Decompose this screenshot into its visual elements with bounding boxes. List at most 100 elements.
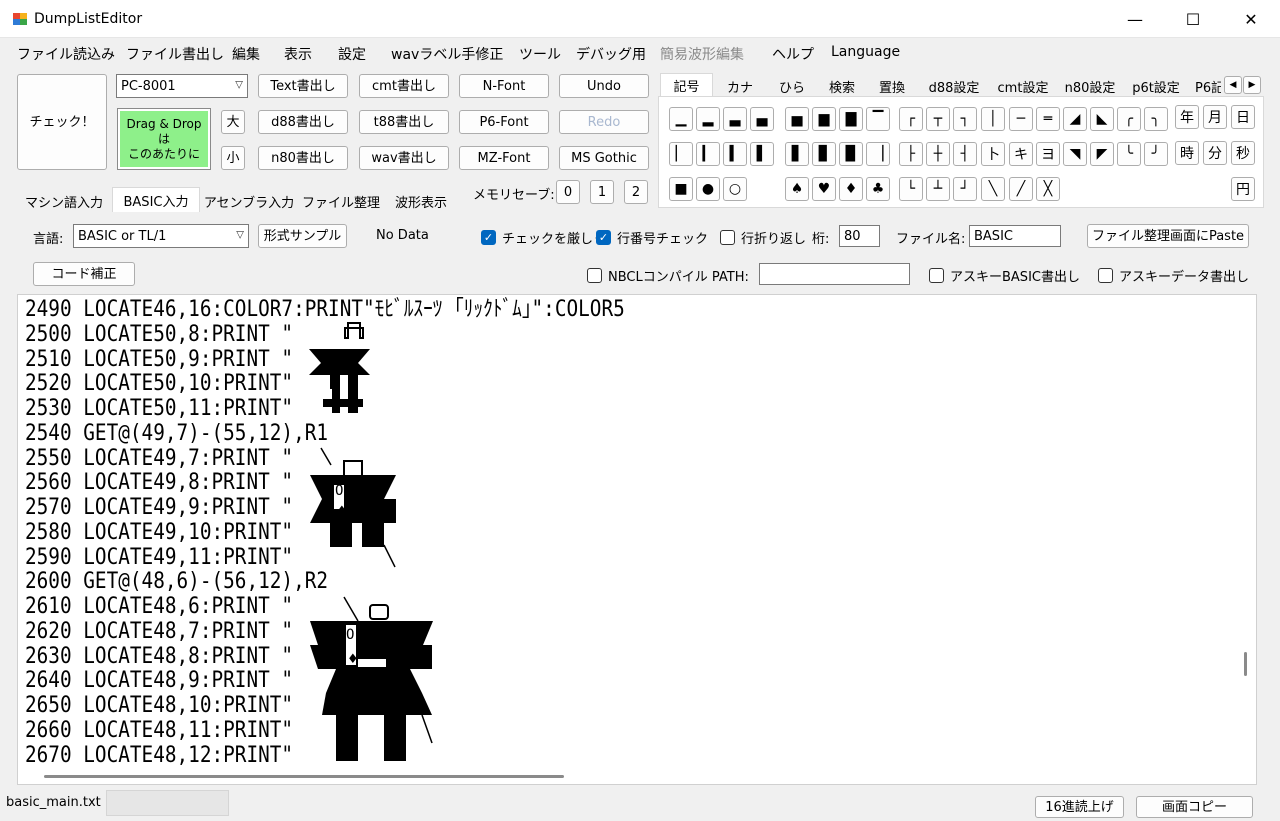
memory-save-0-button[interactable]: 0 xyxy=(556,180,580,204)
tab-symbols[interactable]: 記号 xyxy=(660,73,713,97)
filename-input[interactable]: BASIC xyxy=(969,225,1061,247)
symbol-button[interactable]: ┐ xyxy=(953,107,977,131)
symbol-button[interactable]: ╱ xyxy=(1009,177,1033,201)
tab-machine-code[interactable]: マシン語入力 xyxy=(20,190,108,212)
tab-replace[interactable]: 置換 xyxy=(866,76,918,96)
symbol-button[interactable]: ─ xyxy=(1009,107,1033,131)
tab-assembler[interactable]: アセンブラ入力 xyxy=(202,190,296,212)
p6font-button[interactable]: P6-Font xyxy=(459,110,549,134)
tab-d88-settings[interactable]: d88設定 xyxy=(920,76,988,96)
drop-zone[interactable]: Drag & Drop は このあたりに xyxy=(117,108,211,170)
nfont-button[interactable]: N-Font xyxy=(459,74,549,98)
tab-basic-input[interactable]: BASIC入力 xyxy=(112,187,200,212)
undo-button[interactable]: Undo xyxy=(559,74,649,98)
symbol-button[interactable]: ▁ xyxy=(669,107,693,131)
hex-readout-button[interactable]: 16進読上げ xyxy=(1035,796,1124,818)
time-symbol-button[interactable]: 年 xyxy=(1175,105,1199,129)
symbol-button[interactable]: ┼ xyxy=(926,142,950,166)
symbol-button[interactable]: ▃ xyxy=(723,107,747,131)
symbol-button[interactable]: ♠ xyxy=(785,177,809,201)
screen-copy-button[interactable]: 画面コピー xyxy=(1136,796,1253,818)
symbol-button[interactable]: ● xyxy=(696,177,720,201)
msgothic-button[interactable]: MS Gothic xyxy=(559,146,649,170)
tab-search[interactable]: 検索 xyxy=(818,76,866,96)
symbol-button[interactable]: ▊ xyxy=(812,142,836,166)
symbol-button[interactable]: ┤ xyxy=(953,142,977,166)
minimize-button[interactable]: — xyxy=(1106,0,1164,38)
close-button[interactable]: ✕ xyxy=(1222,0,1280,38)
symbol-button[interactable]: ▂ xyxy=(696,107,720,131)
time-symbol-button[interactable]: 時 xyxy=(1175,141,1199,165)
menu-tools[interactable]: ツール xyxy=(519,44,561,64)
symbol-button[interactable]: ◤ xyxy=(1090,142,1114,166)
ascii-data-checkbox[interactable]: アスキーデータ書出し xyxy=(1098,266,1249,285)
font-big-button[interactable]: 大 xyxy=(221,110,245,134)
menu-settings[interactable]: 設定 xyxy=(338,44,366,64)
symbol-button[interactable]: ○ xyxy=(723,177,747,201)
tab-p6-more[interactable]: P6記 xyxy=(1190,76,1222,96)
digits-input[interactable]: 80 xyxy=(839,225,880,247)
redo-button[interactable]: Redo xyxy=(559,110,649,134)
d88-export-button[interactable]: d88書出し xyxy=(258,110,348,134)
horizontal-scrollbar-thumb[interactable] xyxy=(44,775,564,778)
menu-waveform-edit[interactable]: 簡易波形編集 xyxy=(660,44,744,64)
format-sample-button[interactable]: 形式サンプル xyxy=(258,224,347,248)
check-button[interactable]: チェック！ xyxy=(17,74,107,170)
menu-help[interactable]: ヘルプ xyxy=(772,44,814,64)
time-symbol-button[interactable]: 日 xyxy=(1231,105,1255,129)
tab-scroll-right-button[interactable]: ▶ xyxy=(1243,76,1261,94)
symbol-button[interactable]: ▋ xyxy=(785,142,809,166)
symbol-button[interactable]: ◢ xyxy=(1063,107,1087,131)
maximize-button[interactable]: ☐ xyxy=(1164,0,1222,38)
symbol-button[interactable]: ♦ xyxy=(839,177,863,201)
code-fix-button[interactable]: コード補正 xyxy=(33,262,135,286)
tab-waveform[interactable]: 波形表示 xyxy=(386,190,456,212)
symbol-button[interactable]: ♣ xyxy=(866,177,890,201)
language-select[interactable]: BASIC or TL/1 ▽ xyxy=(73,224,249,248)
menu-language[interactable]: Language xyxy=(831,44,900,60)
cmt-export-button[interactable]: cmt書出し xyxy=(359,74,449,98)
symbol-button[interactable]: ╳ xyxy=(1036,177,1060,201)
tab-p6t-settings[interactable]: p6t設定 xyxy=(1124,76,1188,96)
symbol-button[interactable]: ╮ xyxy=(1144,107,1168,131)
symbol-button[interactable]: ▎ xyxy=(696,142,720,166)
strict-check-checkbox[interactable]: ✓ チェックを厳しく xyxy=(481,228,606,247)
nbcl-path-input[interactable] xyxy=(759,263,910,285)
tab-scroll-left-button[interactable]: ◀ xyxy=(1224,76,1242,94)
text-export-button[interactable]: Text書出し xyxy=(258,74,348,98)
memory-save-1-button[interactable]: 1 xyxy=(590,180,614,204)
memory-save-2-button[interactable]: 2 xyxy=(624,180,648,204)
tab-n80-settings[interactable]: n80設定 xyxy=(1058,76,1122,96)
symbol-button[interactable]: ┬ xyxy=(926,107,950,131)
symbol-button[interactable]: 卜 xyxy=(981,142,1005,166)
tab-hiragana[interactable]: ひら xyxy=(766,76,818,96)
vertical-scrollbar-thumb[interactable] xyxy=(1244,652,1247,676)
symbol-button[interactable]: └ xyxy=(899,177,923,201)
symbol-button[interactable]: ═ xyxy=(1036,107,1060,131)
symbol-button[interactable]: ╰ xyxy=(1117,142,1141,166)
symbol-yen-button[interactable]: 円 xyxy=(1231,177,1255,201)
symbol-button[interactable]: ┘ xyxy=(953,177,977,201)
symbol-button[interactable]: ◣ xyxy=(1090,107,1114,131)
code-editor[interactable]: 2490 LOCATE46,16:COLOR7:PRINT"ﾓﾋﾞﾙｽｰﾂ ｢ﾘ… xyxy=(17,294,1257,785)
t88-export-button[interactable]: t88書出し xyxy=(359,110,449,134)
time-symbol-button[interactable]: 月 xyxy=(1203,105,1227,129)
wrap-checkbox[interactable]: 行折り返し xyxy=(720,228,806,247)
font-small-button[interactable]: 小 xyxy=(221,146,245,170)
symbol-button[interactable]: ▉ xyxy=(839,142,863,166)
symbol-button[interactable]: ヨ xyxy=(1036,142,1060,166)
symbol-button[interactable]: ├ xyxy=(899,142,923,166)
menu-file-read[interactable]: ファイル読込み xyxy=(17,44,115,64)
time-symbol-button[interactable]: 秒 xyxy=(1231,141,1255,165)
symbol-button[interactable]: ▍ xyxy=(723,142,747,166)
symbol-button[interactable]: ▅ xyxy=(785,107,809,131)
symbol-button[interactable]: ┴ xyxy=(926,177,950,201)
menu-view[interactable]: 表示 xyxy=(284,44,312,64)
nbcl-compile-checkbox[interactable]: NBCLコンパイル PATH: xyxy=(587,266,749,285)
n80-export-button[interactable]: n80書出し xyxy=(258,146,348,170)
paste-to-file-organize-button[interactable]: ファイル整理画面にPaste xyxy=(1087,224,1249,248)
ascii-basic-checkbox[interactable]: アスキーBASIC書出し xyxy=(929,266,1080,285)
symbol-button[interactable]: ┌ xyxy=(899,107,923,131)
tab-kana[interactable]: カナ xyxy=(714,76,766,96)
menu-edit[interactable]: 編集 xyxy=(232,44,260,64)
